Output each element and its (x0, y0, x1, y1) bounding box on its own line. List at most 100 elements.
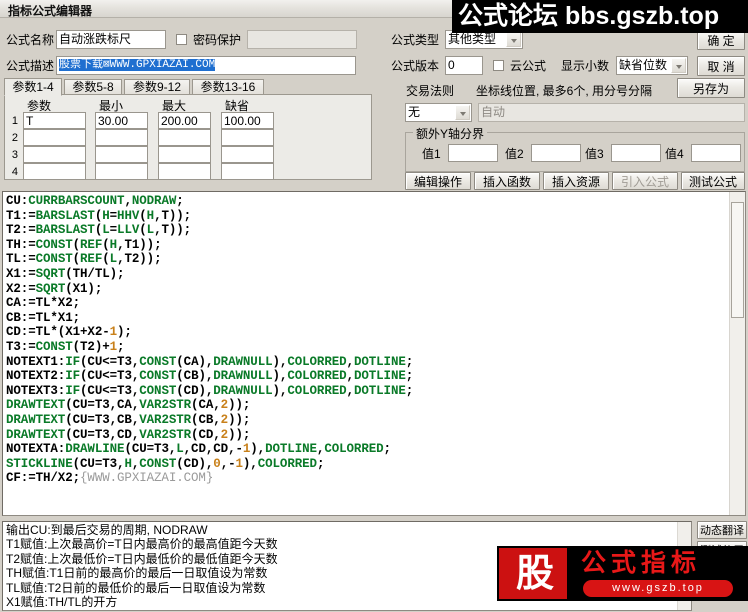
param-row-number: 3 (11, 149, 18, 161)
insert-function-button[interactable]: 插入函数 (474, 172, 540, 190)
password-protect-label: 密码保护 (193, 33, 242, 47)
chevron-down-icon[interactable] (455, 105, 470, 120)
value1-input[interactable] (448, 144, 498, 162)
extra-y-axis-group: 额外Y轴分界 值1 值2 值3 值4 (405, 125, 745, 172)
param-row-number: 1 (11, 115, 18, 127)
code-line: NOTEXT3:IF(CU<=T3,CONST(CD),DRAWNULL),CO… (6, 383, 414, 398)
parameter-tabs: 参数1-4 参数5-8 参数9-12 参数13-16 (4, 78, 372, 96)
code-scrollbar[interactable] (729, 192, 745, 515)
cancel-button[interactable]: 取 消 (697, 56, 745, 76)
code-line: DRAWTEXT(CU=T3,CB,VAR2STR(CB,2)); (6, 412, 251, 427)
param-min-input-1[interactable]: 30.00 (95, 112, 148, 129)
param-name-input-2[interactable] (23, 129, 86, 146)
code-line: CU:CURRBARSCOUNT,NODRAW; (6, 194, 184, 208)
param-name-input-3[interactable] (23, 146, 86, 163)
code-line: TL:=CONST(REF(L,T2)); (6, 252, 162, 267)
parameter-panel: 参数 最小 最大 缺省 1 T 30.00 200.00 100.00 2 3 … (4, 94, 372, 180)
code-line: CB:=TL*X1; (6, 310, 81, 325)
param-row-number: 2 (11, 132, 18, 144)
param-max-input-1[interactable]: 200.00 (158, 112, 211, 129)
value3-input[interactable] (611, 144, 661, 162)
value2-input[interactable] (531, 144, 581, 162)
top-watermark-text: 公式论坛 bbs.gszb.top (458, 2, 720, 30)
value4-label: 值4 (665, 147, 684, 161)
formula-version-input[interactable]: 0 (445, 56, 483, 75)
cloud-formula-checkbox[interactable] (493, 60, 504, 71)
save-as-button[interactable]: 另存为 (677, 78, 745, 98)
trade-rule-label: 交易法则 (406, 84, 455, 98)
formula-version-label: 公式版本 (391, 59, 440, 73)
axis-position-label: 坐标线位置, 最多6个, 用分号分隔 (476, 84, 653, 98)
param-row-number: 4 (11, 166, 18, 178)
tab-params-13-16[interactable]: 参数13-16 (192, 79, 264, 95)
param-name-input-1[interactable]: T (23, 112, 86, 129)
code-line: DRAWTEXT(CU=T3,CD,VAR2STR(CD,2)); (6, 427, 251, 442)
import-formula-button: 引入公式 (612, 172, 678, 190)
formula-type-label: 公式类型 (391, 33, 440, 47)
code-text[interactable]: CU:CURRBARSCOUNT,NODRAW; T1:=BARSLAST(H=H… (6, 194, 729, 513)
param-def-input-1[interactable]: 100.00 (221, 112, 274, 129)
chevron-down-icon[interactable] (671, 58, 686, 73)
formula-desc-label: 公式描述 (6, 59, 55, 73)
formula-desc-input[interactable]: 股票下载⊠WWW.GPXIAZAI.COM (56, 56, 356, 75)
code-line: CD:=TL*(X1+X2-1); (6, 325, 132, 340)
extra-y-axis-group-label: 额外Y轴分界 (413, 125, 488, 142)
code-line: T1:=BARSLAST(H=HHV(H,T)); (6, 208, 192, 223)
code-line: T3:=CONST(T2)+1; (6, 339, 125, 354)
code-line: NOTEXT1:IF(CU<=T3,CONST(CA),DRAWNULL),CO… (6, 354, 414, 369)
trade-rule-select[interactable]: 无 (405, 103, 472, 122)
dynamic-translate-button[interactable]: 动态翻译 (697, 521, 747, 539)
formula-type-value: 其他类型 (448, 32, 497, 46)
code-scrollbar-thumb[interactable] (731, 202, 744, 318)
password-protect-checkbox[interactable] (176, 34, 187, 45)
param-max-input-4[interactable] (158, 163, 211, 180)
code-line: TH:=CONST(REF(H,T1)); (6, 237, 162, 252)
param-max-input-3[interactable] (158, 146, 211, 163)
code-editor[interactable]: CU:CURRBARSCOUNT,NODRAW; T1:=BARSLAST(H=H… (2, 191, 746, 516)
code-line: X2:=SQRT(X1); (6, 281, 103, 296)
param-min-input-2[interactable] (95, 129, 148, 146)
top-watermark-banner: 公式论坛 bbs.gszb.top (452, 0, 748, 33)
param-def-input-4[interactable] (221, 163, 274, 180)
code-line: NOTEXTA:DRAWLINE(CU=T3,L,CD,CD,-1),DOTLI… (6, 442, 391, 457)
code-line: DRAWTEXT(CU=T3,CA,VAR2STR(CA,2)); (6, 398, 251, 413)
code-line: X1:=SQRT(TH/TL); (6, 266, 125, 281)
code-line: NOTEXT2:IF(CU<=T3,CONST(CB),DRAWNULL),CO… (6, 369, 414, 384)
formula-desc-value: 股票下载⊠WWW.GPXIAZAI.COM (59, 59, 216, 71)
window-title: 指标公式编辑器 (8, 4, 93, 18)
tab-params-1-4[interactable]: 参数1-4 (4, 78, 62, 96)
formula-name-input[interactable]: 自动涨跌标尺 (56, 30, 166, 49)
param-def-input-3[interactable] (221, 146, 274, 163)
param-min-input-3[interactable] (95, 146, 148, 163)
show-decimal-label: 显示小数 (561, 59, 610, 73)
tab-params-5-8[interactable]: 参数5-8 (64, 79, 122, 95)
test-formula-button[interactable]: 测试公式 (681, 172, 745, 190)
param-def-input-2[interactable] (221, 129, 274, 146)
logo-url-text: www.gszb.top (612, 582, 704, 594)
password-input[interactable] (247, 30, 357, 49)
param-min-input-4[interactable] (95, 163, 148, 180)
tab-params-9-12[interactable]: 参数9-12 (124, 79, 190, 95)
code-line: T2:=BARSLAST(L=LLV(L,T)); (6, 223, 192, 238)
value1-label: 值1 (422, 147, 441, 161)
code-line: CF:=TH/X2;{WWW.GPXIAZAI.COM} (6, 471, 214, 486)
edit-operations-button[interactable]: 编辑操作 (405, 172, 471, 190)
trade-rule-value: 无 (408, 105, 421, 119)
logo-title: 公式指标 (581, 550, 702, 577)
logo-url-pill: www.gszb.top (583, 580, 733, 597)
decimal-digits-select[interactable]: 缺省位数 (616, 56, 688, 75)
value2-label: 值2 (505, 147, 524, 161)
code-line: STICKLINE(CU=T3,H,CONST(CD),0,-1),COLORR… (6, 456, 325, 471)
ok-button[interactable]: 确 定 (697, 30, 745, 50)
output-line: 输出CU:到最后交易的周期, NODRAW (6, 523, 208, 537)
value4-input[interactable] (691, 144, 741, 162)
value3-label: 值3 (585, 147, 604, 161)
chevron-down-icon[interactable] (506, 32, 521, 47)
axis-position-input[interactable]: 自动 (478, 103, 745, 122)
logo-watermark-banner: 股 公式指标 www.gszb.top (497, 546, 748, 601)
insert-resource-button[interactable]: 插入资源 (543, 172, 609, 190)
logo-char: 股 (515, 553, 554, 595)
param-name-input-4[interactable] (23, 163, 86, 180)
formula-name-label: 公式名称 (6, 33, 55, 47)
param-max-input-2[interactable] (158, 129, 211, 146)
